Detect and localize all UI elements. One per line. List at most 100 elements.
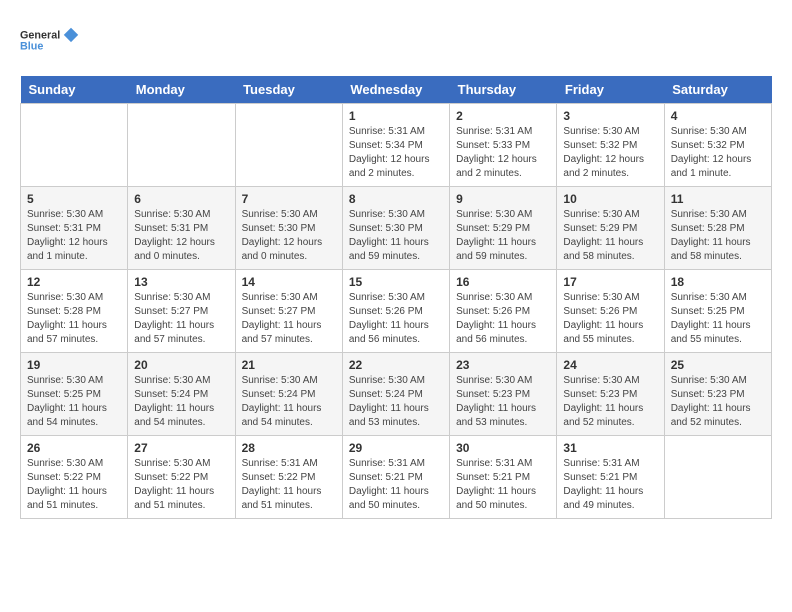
day-number: 21 <box>242 358 336 372</box>
calendar-week-row: 5 Sunrise: 5:30 AM Sunset: 5:31 PM Daylig… <box>21 187 772 270</box>
day-number: 11 <box>671 192 765 206</box>
day-info: Sunrise: 5:30 AM Sunset: 5:27 PM Dayligh… <box>134 291 228 347</box>
calendar-body: 1 Sunrise: 5:31 AM Sunset: 5:34 PM Daylig… <box>21 104 772 519</box>
calendar-cell <box>664 436 771 519</box>
weekday-header: Saturday <box>664 76 771 104</box>
day-number: 4 <box>671 109 765 123</box>
day-number: 2 <box>456 109 550 123</box>
day-info: Sunrise: 5:30 AM Sunset: 5:29 PM Dayligh… <box>456 208 550 264</box>
calendar-cell: 23 Sunrise: 5:30 AM Sunset: 5:23 PM Dayli… <box>450 353 557 436</box>
calendar-cell: 3 Sunrise: 5:30 AM Sunset: 5:32 PM Daylig… <box>557 104 664 187</box>
calendar-week-row: 19 Sunrise: 5:30 AM Sunset: 5:25 PM Dayli… <box>21 353 772 436</box>
day-info: Sunrise: 5:31 AM Sunset: 5:21 PM Dayligh… <box>563 457 657 513</box>
calendar-cell: 5 Sunrise: 5:30 AM Sunset: 5:31 PM Daylig… <box>21 187 128 270</box>
day-number: 13 <box>134 275 228 289</box>
day-info: Sunrise: 5:30 AM Sunset: 5:23 PM Dayligh… <box>456 374 550 430</box>
calendar-header-row: SundayMondayTuesdayWednesdayThursdayFrid… <box>21 76 772 104</box>
calendar-cell: 21 Sunrise: 5:30 AM Sunset: 5:24 PM Dayli… <box>235 353 342 436</box>
weekday-header: Friday <box>557 76 664 104</box>
day-number: 3 <box>563 109 657 123</box>
day-number: 23 <box>456 358 550 372</box>
calendar-cell: 1 Sunrise: 5:31 AM Sunset: 5:34 PM Daylig… <box>342 104 449 187</box>
day-number: 16 <box>456 275 550 289</box>
calendar-cell: 15Sunrise: 5:30 AM Sunset: 5:26 PM Dayli… <box>342 270 449 353</box>
day-info: Sunrise: 5:30 AM Sunset: 5:32 PM Dayligh… <box>563 125 657 181</box>
calendar-cell: 26Sunrise: 5:30 AM Sunset: 5:22 PM Dayli… <box>21 436 128 519</box>
day-number: 30 <box>456 441 550 455</box>
svg-text:General: General <box>20 30 60 42</box>
day-info: Sunrise: 5:31 AM Sunset: 5:34 PM Dayligh… <box>349 125 443 181</box>
calendar-cell <box>128 104 235 187</box>
calendar-cell: 27 Sunrise: 5:30 AM Sunset: 5:22 PM Dayli… <box>128 436 235 519</box>
day-number: 5 <box>27 192 121 206</box>
weekday-header: Thursday <box>450 76 557 104</box>
day-number: 22 <box>349 358 443 372</box>
day-info: Sunrise: 5:30 AM Sunset: 5:26 PM Dayligh… <box>456 291 550 347</box>
svg-text:Blue: Blue <box>20 40 43 52</box>
calendar-week-row: 12 Sunrise: 5:30 AM Sunset: 5:28 PM Dayli… <box>21 270 772 353</box>
day-info: Sunrise: 5:31 AM Sunset: 5:21 PM Dayligh… <box>456 457 550 513</box>
calendar-cell <box>235 104 342 187</box>
calendar-cell: 29 Sunrise: 5:31 AM Sunset: 5:21 PM Dayli… <box>342 436 449 519</box>
day-info: Sunrise: 5:30 AM Sunset: 5:28 PM Dayligh… <box>27 291 121 347</box>
calendar-cell: 22 Sunrise: 5:30 AM Sunset: 5:24 PM Dayli… <box>342 353 449 436</box>
day-info: Sunrise: 5:30 AM Sunset: 5:23 PM Dayligh… <box>671 374 765 430</box>
day-number: 12 <box>27 275 121 289</box>
day-info: Sunrise: 5:30 AM Sunset: 5:30 PM Dayligh… <box>242 208 336 264</box>
day-info: Sunrise: 5:30 AM Sunset: 5:24 PM Dayligh… <box>242 374 336 430</box>
calendar-cell: 19 Sunrise: 5:30 AM Sunset: 5:25 PM Dayli… <box>21 353 128 436</box>
day-number: 1 <box>349 109 443 123</box>
calendar-cell: 14Sunrise: 5:30 AM Sunset: 5:27 PM Dayli… <box>235 270 342 353</box>
day-info: Sunrise: 5:30 AM Sunset: 5:26 PM Dayligh… <box>563 291 657 347</box>
calendar-cell: 10 Sunrise: 5:30 AM Sunset: 5:29 PM Dayli… <box>557 187 664 270</box>
calendar-week-row: 1 Sunrise: 5:31 AM Sunset: 5:34 PM Daylig… <box>21 104 772 187</box>
day-number: 8 <box>349 192 443 206</box>
logo: General Blue <box>20 20 80 60</box>
day-info: Sunrise: 5:30 AM Sunset: 5:28 PM Dayligh… <box>671 208 765 264</box>
calendar-cell: 9 Sunrise: 5:30 AM Sunset: 5:29 PM Daylig… <box>450 187 557 270</box>
weekday-header: Sunday <box>21 76 128 104</box>
calendar-cell: 20Sunrise: 5:30 AM Sunset: 5:24 PM Dayli… <box>128 353 235 436</box>
calendar-cell: 31Sunrise: 5:31 AM Sunset: 5:21 PM Dayli… <box>557 436 664 519</box>
day-info: Sunrise: 5:30 AM Sunset: 5:30 PM Dayligh… <box>349 208 443 264</box>
day-number: 6 <box>134 192 228 206</box>
day-info: Sunrise: 5:30 AM Sunset: 5:29 PM Dayligh… <box>563 208 657 264</box>
calendar-cell: 7 Sunrise: 5:30 AM Sunset: 5:30 PM Daylig… <box>235 187 342 270</box>
day-number: 27 <box>134 441 228 455</box>
day-info: Sunrise: 5:31 AM Sunset: 5:33 PM Dayligh… <box>456 125 550 181</box>
weekday-header: Tuesday <box>235 76 342 104</box>
day-info: Sunrise: 5:31 AM Sunset: 5:21 PM Dayligh… <box>349 457 443 513</box>
day-info: Sunrise: 5:30 AM Sunset: 5:24 PM Dayligh… <box>349 374 443 430</box>
day-info: Sunrise: 5:30 AM Sunset: 5:24 PM Dayligh… <box>134 374 228 430</box>
day-number: 25 <box>671 358 765 372</box>
day-info: Sunrise: 5:30 AM Sunset: 5:25 PM Dayligh… <box>27 374 121 430</box>
calendar-cell: 17 Sunrise: 5:30 AM Sunset: 5:26 PM Dayli… <box>557 270 664 353</box>
calendar-cell: 2 Sunrise: 5:31 AM Sunset: 5:33 PM Daylig… <box>450 104 557 187</box>
day-number: 26 <box>27 441 121 455</box>
day-number: 28 <box>242 441 336 455</box>
calendar-cell: 18Sunrise: 5:30 AM Sunset: 5:25 PM Dayli… <box>664 270 771 353</box>
day-number: 17 <box>563 275 657 289</box>
weekday-header: Wednesday <box>342 76 449 104</box>
calendar-cell: 8 Sunrise: 5:30 AM Sunset: 5:30 PM Daylig… <box>342 187 449 270</box>
logo-icon: General Blue <box>20 20 80 60</box>
day-info: Sunrise: 5:30 AM Sunset: 5:31 PM Dayligh… <box>27 208 121 264</box>
day-info: Sunrise: 5:30 AM Sunset: 5:22 PM Dayligh… <box>134 457 228 513</box>
day-number: 14 <box>242 275 336 289</box>
day-info: Sunrise: 5:30 AM Sunset: 5:31 PM Dayligh… <box>134 208 228 264</box>
page-header: General Blue <box>20 20 772 60</box>
calendar-cell: 4Sunrise: 5:30 AM Sunset: 5:32 PM Daylig… <box>664 104 771 187</box>
calendar-cell <box>21 104 128 187</box>
calendar-cell: 25 Sunrise: 5:30 AM Sunset: 5:23 PM Dayli… <box>664 353 771 436</box>
day-number: 24 <box>563 358 657 372</box>
weekday-header: Monday <box>128 76 235 104</box>
day-number: 10 <box>563 192 657 206</box>
calendar-cell: 30 Sunrise: 5:31 AM Sunset: 5:21 PM Dayli… <box>450 436 557 519</box>
day-info: Sunrise: 5:30 AM Sunset: 5:23 PM Dayligh… <box>563 374 657 430</box>
day-number: 18 <box>671 275 765 289</box>
day-number: 19 <box>27 358 121 372</box>
day-number: 29 <box>349 441 443 455</box>
day-number: 9 <box>456 192 550 206</box>
calendar-cell: 6 Sunrise: 5:30 AM Sunset: 5:31 PM Daylig… <box>128 187 235 270</box>
day-number: 7 <box>242 192 336 206</box>
